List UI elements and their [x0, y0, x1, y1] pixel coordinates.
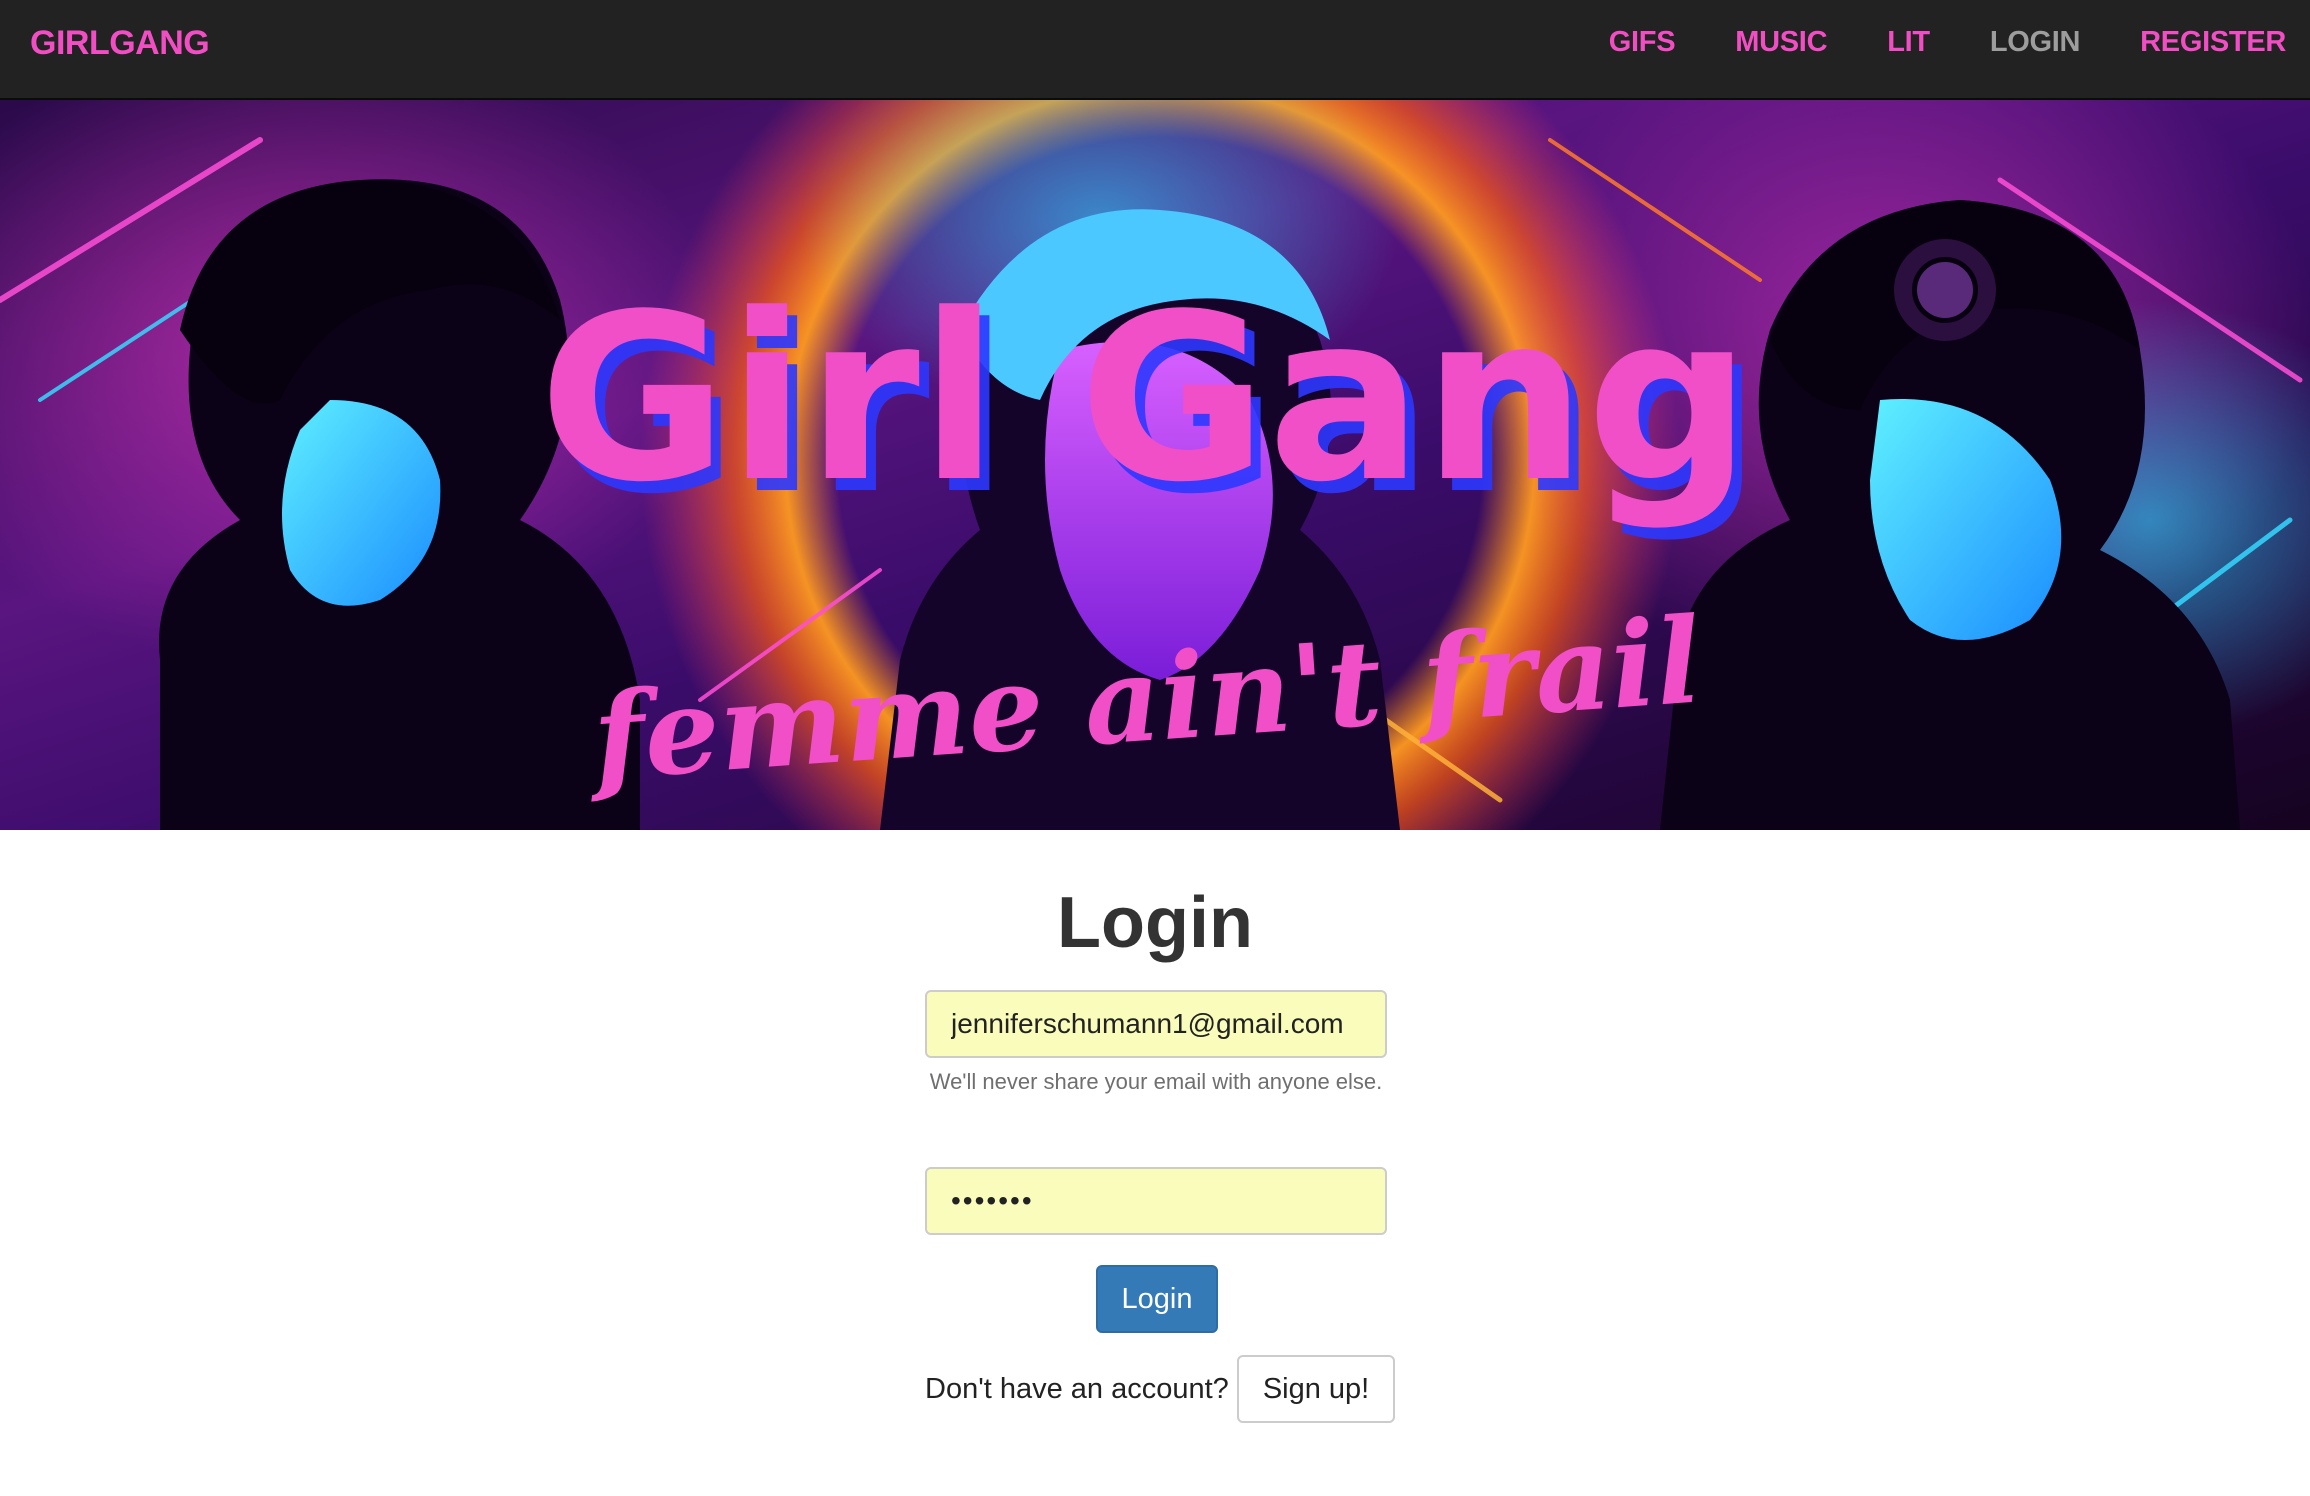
login-section: Login We'll never share your email with … [0, 830, 2310, 1496]
brand-link[interactable]: GIRLGANG [30, 24, 210, 63]
top-navbar: GIRLGANG GIFS MUSIC LIT LOGIN REGISTER [0, 0, 2310, 100]
email-help-text: We'll never share your email with anyone… [929, 1069, 1383, 1094]
signup-row: Don't have an account? Sign up! [925, 1355, 1396, 1423]
nav-link-music[interactable]: MUSIC [1735, 26, 1827, 59]
signup-button[interactable]: Sign up! [1236, 1355, 1396, 1423]
nav-link-gifs[interactable]: GIFS [1609, 26, 1676, 59]
hero-illustration: Girl Gang Girl Gang femme ain't frail [0, 100, 2310, 830]
hero-title: Girl Gang [539, 266, 1751, 533]
signup-prompt: Don't have an account? [925, 1372, 1229, 1405]
nav-link-register[interactable]: REGISTER [2140, 26, 2286, 59]
nav-link-lit[interactable]: LIT [1887, 26, 1930, 59]
email-field[interactable] [925, 990, 1387, 1058]
login-button[interactable]: Login [1096, 1265, 1218, 1333]
nav-link-login[interactable]: LOGIN [1990, 26, 2081, 59]
hero-banner: Girl Gang Girl Gang femme ain't frail [0, 100, 2310, 830]
nav-links: GIFS MUSIC LIT LOGIN REGISTER [1609, 26, 2287, 59]
password-field[interactable] [925, 1167, 1387, 1235]
page-title: Login [1057, 883, 1253, 963]
